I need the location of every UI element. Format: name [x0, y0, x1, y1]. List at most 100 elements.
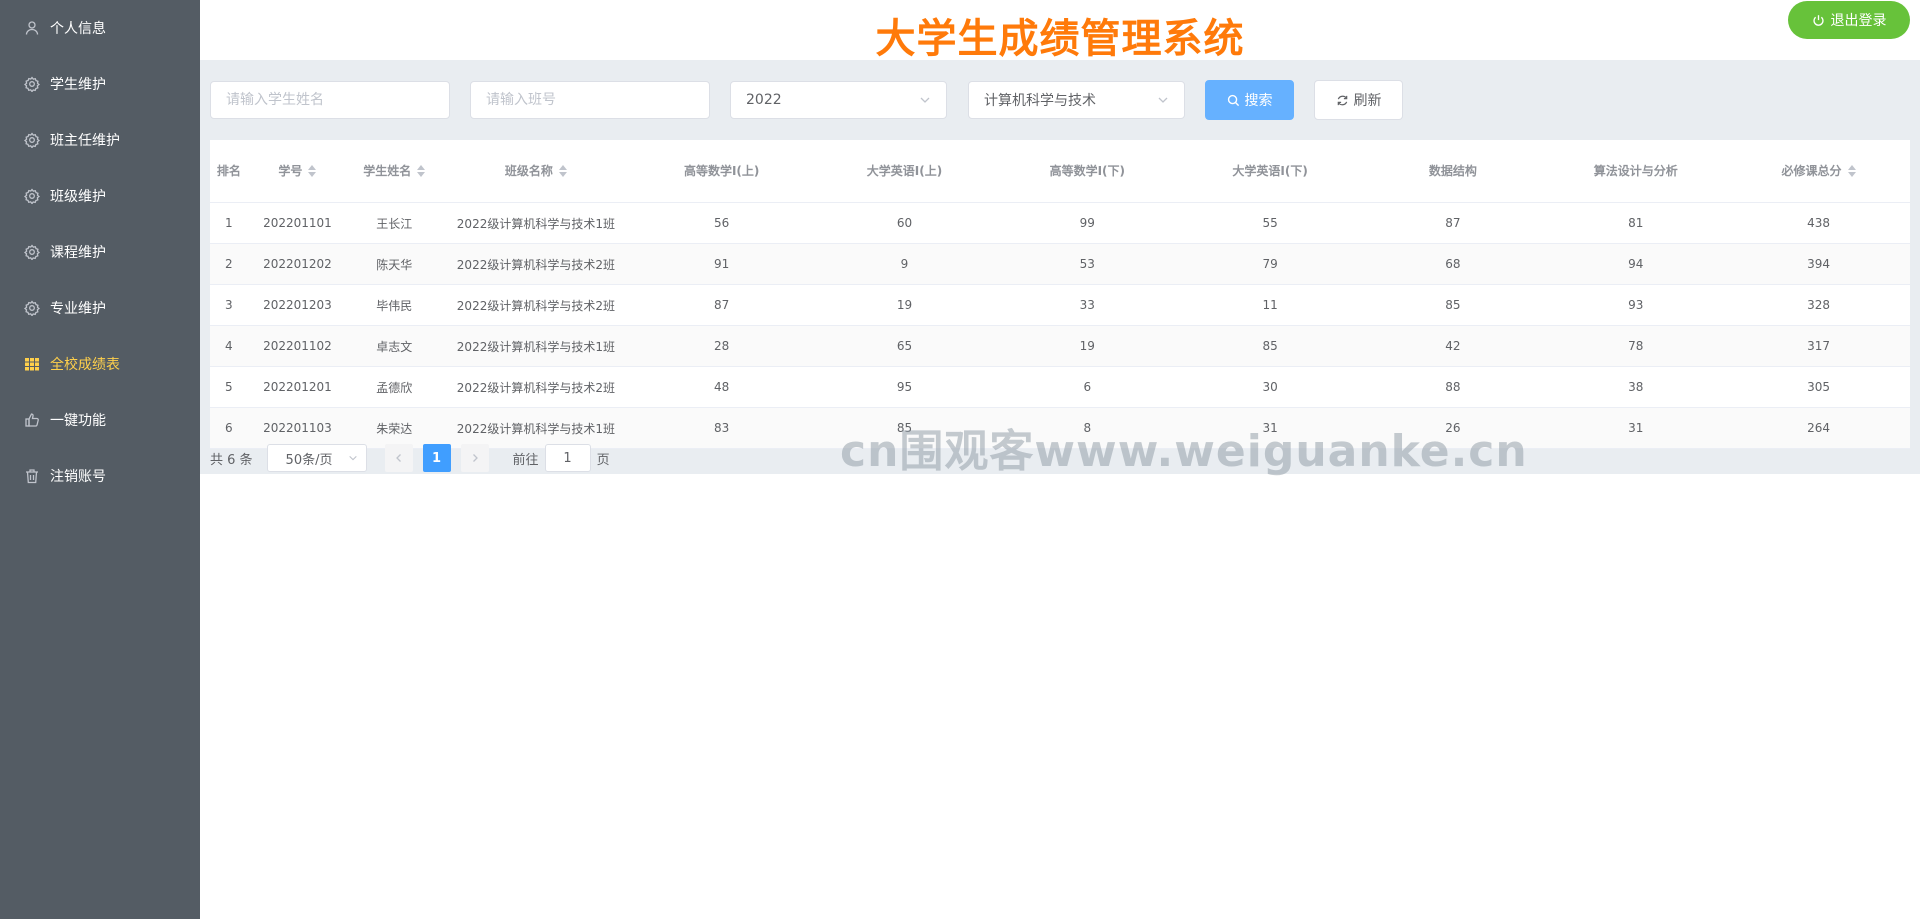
cell-math1: 48 — [714, 380, 730, 394]
cell-math2: 8 — [1083, 421, 1092, 435]
header-total[interactable]: 必修课总分 — [1727, 140, 1910, 202]
major-select[interactable]: 计算机科学与技术 — [968, 81, 1185, 119]
table-row[interactable]: 3 202201203 毕伟民 2022级计算机科学与技术2班 87 19 33 11 85 93… — [210, 285, 1910, 326]
trash-icon — [24, 468, 40, 484]
table-header-row: 排名 学号 学生姓名 班级名称 高等数学I(上) 大学英语I(上) 高等数学I(… — [210, 140, 1910, 203]
sort-caret-icon[interactable] — [558, 165, 567, 177]
table-row[interactable]: 4 202201102 卓志文 2022级计算机科学与技术1班 28 65 19 85 42 78… — [210, 326, 1910, 367]
table-row[interactable]: 2 202201202 陈天华 2022级计算机科学与技术2班 91 9 53 79 68 94 3… — [210, 244, 1910, 285]
refresh-button[interactable]: 刷新 — [1314, 80, 1403, 120]
search-icon — [1227, 94, 1240, 107]
cell-class-name: 2022级计算机科学与技术2班 — [456, 380, 615, 395]
sidebar-item-deactivate[interactable]: 注销账号 — [0, 448, 200, 504]
table-row[interactable]: 1 202201101 王长江 2022级计算机科学与技术1班 56 60 99 55 87 81… — [210, 203, 1910, 244]
cell-ds: 85 — [1445, 298, 1461, 312]
cell-eng2: 79 — [1262, 257, 1278, 271]
header-algorithms: 算法设计与分析 — [1593, 164, 1678, 178]
sort-caret-icon[interactable] — [308, 165, 317, 177]
cell-rank: 1 — [225, 216, 233, 230]
prev-page-button[interactable] — [384, 444, 413, 472]
cell-class-name: 2022级计算机科学与技术2班 — [456, 298, 615, 313]
cell-eng2: 85 — [1262, 339, 1278, 353]
thumb-icon — [24, 412, 40, 428]
cell-total: 438 — [1807, 216, 1831, 230]
gear-icon — [24, 132, 40, 148]
header-math1: 高等数学I(上) — [683, 164, 760, 178]
page-size-select[interactable]: 50条/页 — [266, 444, 367, 472]
search-button-label: 搜索 — [1244, 93, 1273, 109]
cell-rank: 4 — [225, 339, 233, 353]
sidebar-item-head-teachers[interactable]: 班主任维护 — [0, 112, 200, 168]
header-rank: 排名 — [216, 164, 241, 178]
cell-eng2: 30 — [1262, 380, 1278, 394]
cell-class-name: 2022级计算机科学与技术2班 — [456, 257, 615, 272]
cell-math2: 53 — [1079, 257, 1095, 271]
cell-rank: 2 — [225, 257, 233, 271]
year-select[interactable]: 2022 — [730, 81, 947, 119]
goto-page-input[interactable] — [544, 444, 591, 472]
student-name-input[interactable] — [210, 81, 450, 119]
cell-student-id: 202201202 — [263, 257, 332, 271]
cell-eng2: 11 — [1262, 298, 1278, 312]
cell-math1: 83 — [714, 421, 730, 435]
header-class-name[interactable]: 班级名称 — [442, 140, 631, 202]
chevron-right-icon — [470, 453, 480, 463]
next-page-button[interactable] — [460, 444, 489, 472]
sidebar-item-majors[interactable]: 专业维护 — [0, 280, 200, 336]
sidebar-item-label: 专业维护 — [50, 301, 106, 317]
cell-total: 305 — [1807, 380, 1831, 394]
sort-caret-icon[interactable] — [1847, 165, 1856, 177]
cell-math1: 56 — [714, 216, 730, 230]
cell-rank: 3 — [225, 298, 233, 312]
cell-eng1: 85 — [896, 421, 913, 435]
page-1-button[interactable]: 1 — [422, 444, 451, 472]
cell-total: 328 — [1807, 298, 1831, 312]
gear-icon — [24, 188, 40, 204]
sidebar-item-label: 学生维护 — [50, 77, 106, 93]
cell-name: 卓志文 — [376, 339, 413, 354]
sidebar-item-label: 注销账号 — [50, 469, 106, 485]
cell-eng2: 31 — [1262, 421, 1278, 435]
table-row[interactable]: 6 202201103 朱荣达 2022级计算机科学与技术1班 83 85 8 31 26 31 2… — [210, 408, 1910, 449]
cell-student-id: 202201101 — [263, 216, 332, 230]
cell-total: 317 — [1807, 339, 1831, 353]
class-number-input[interactable] — [470, 81, 710, 119]
cell-rank: 5 — [225, 380, 233, 394]
sidebar-item-courses[interactable]: 课程维护 — [0, 224, 200, 280]
sort-caret-icon[interactable] — [417, 165, 426, 177]
cell-class-name: 2022级计算机科学与技术1班 — [456, 339, 615, 354]
cell-ds: 88 — [1445, 380, 1461, 394]
header-name[interactable]: 学生姓名 — [347, 140, 441, 202]
refresh-icon — [1336, 94, 1349, 107]
table-row[interactable]: 5 202201201 孟德欣 2022级计算机科学与技术2班 48 95 6 30 88 38 3… — [210, 367, 1910, 408]
pagination: 共 6 条 50条/页 1 前往 页 — [210, 444, 610, 472]
logout-button[interactable]: 退出登录 — [1788, 1, 1910, 39]
sidebar-item-school-grades[interactable]: 全校成绩表 — [0, 336, 200, 392]
cell-algo: 94 — [1628, 257, 1644, 271]
sidebar-item-classes[interactable]: 班级维护 — [0, 168, 200, 224]
grid-icon — [24, 356, 40, 372]
sidebar-item-label: 班主任维护 — [50, 133, 120, 149]
power-icon — [1812, 14, 1825, 27]
header-student-id[interactable]: 学号 — [248, 140, 347, 202]
user-icon — [24, 20, 40, 36]
cell-name: 孟德欣 — [376, 380, 413, 395]
app-title: 大学生成绩管理系统 — [875, 16, 1245, 62]
cell-total: 264 — [1807, 421, 1831, 435]
chevron-left-icon — [394, 453, 404, 463]
cell-rank: 6 — [225, 421, 233, 435]
sidebar-item-profile[interactable]: 个人信息 — [0, 0, 200, 56]
header-eng2: 大学英语I(下) — [1232, 164, 1308, 178]
cell-class-name: 2022级计算机科学与技术1班 — [456, 421, 615, 436]
sidebar-item-label: 一键功能 — [50, 413, 106, 429]
cell-name: 毕伟民 — [376, 298, 413, 313]
search-button[interactable]: 搜索 — [1205, 80, 1294, 120]
sidebar: 个人信息 学生维护 班主任维护 班级维护 课程维护 专业维护 全校成绩表 一键功… — [0, 0, 200, 919]
cell-math1: 87 — [714, 298, 730, 312]
cell-eng1: 19 — [896, 298, 913, 312]
sidebar-item-one-click[interactable]: 一键功能 — [0, 392, 200, 448]
cell-ds: 87 — [1445, 216, 1461, 230]
cell-student-id: 202201201 — [263, 380, 332, 394]
sidebar-item-students[interactable]: 学生维护 — [0, 56, 200, 112]
header-math2: 高等数学I(下) — [1049, 164, 1126, 178]
